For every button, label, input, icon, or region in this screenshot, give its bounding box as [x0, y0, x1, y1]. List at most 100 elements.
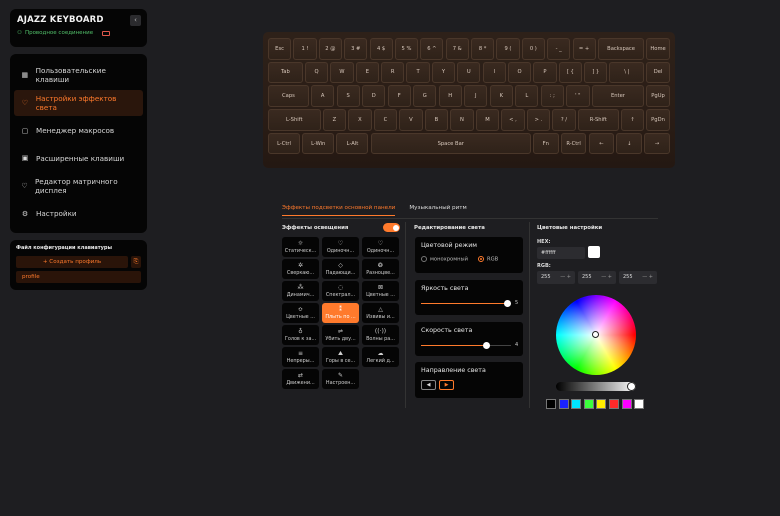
key[interactable]: L-Alt: [336, 132, 369, 155]
key[interactable]: 3 #: [344, 38, 368, 60]
create-profile-button[interactable]: + Создать профиль: [16, 256, 128, 268]
key[interactable]: ↑: [620, 109, 645, 131]
effect-item[interactable]: ✎ Настроен...: [322, 369, 359, 389]
effect-item[interactable]: ✲ Сверкаю...: [282, 259, 319, 279]
key[interactable]: 1 !: [293, 38, 317, 60]
stepper-icon[interactable]: — +: [560, 271, 571, 284]
key[interactable]: T: [406, 61, 430, 84]
key[interactable]: L: [515, 85, 539, 107]
key[interactable]: K: [489, 85, 513, 107]
key[interactable]: L-Ctrl: [268, 132, 301, 155]
key[interactable]: = +: [572, 38, 596, 60]
key[interactable]: M: [475, 109, 500, 131]
key[interactable]: ↓: [616, 132, 643, 155]
key[interactable]: ' ": [566, 85, 590, 107]
slider-thumb[interactable]: [503, 299, 511, 307]
key[interactable]: R-Shift: [577, 109, 619, 131]
key[interactable]: : ;: [540, 85, 564, 107]
profile-item[interactable]: profile: [16, 271, 141, 283]
key[interactable]: ? /: [552, 109, 576, 131]
key[interactable]: Z: [322, 109, 347, 131]
color-wheel-cursor[interactable]: [592, 331, 599, 338]
hex-input[interactable]: #ffffff: [537, 247, 585, 259]
key[interactable]: W: [330, 61, 354, 84]
speed-slider[interactable]: 4: [421, 341, 518, 349]
key[interactable]: PgDn: [646, 109, 670, 131]
key[interactable]: \ |: [609, 61, 645, 84]
key[interactable]: P: [533, 61, 557, 84]
key[interactable]: < ,: [501, 109, 525, 131]
slider-thumb[interactable]: [483, 341, 491, 349]
key[interactable]: 8 *: [471, 38, 495, 60]
effect-item[interactable]: △ Извивы и...: [362, 303, 399, 323]
key[interactable]: I: [482, 61, 506, 84]
effect-item[interactable]: ☼ Статическ...: [282, 237, 319, 257]
key[interactable]: Home: [646, 38, 670, 60]
key[interactable]: O: [507, 61, 532, 84]
key[interactable]: H: [438, 85, 462, 107]
effects-toggle[interactable]: [383, 223, 400, 232]
stepper-icon[interactable]: — +: [601, 271, 612, 284]
key[interactable]: D: [362, 85, 386, 107]
key[interactable]: ←: [588, 132, 615, 155]
effect-item[interactable]: ♡ Одиночн...: [322, 237, 359, 257]
key[interactable]: - _: [547, 38, 571, 60]
effect-item[interactable]: ☁ Легкий д...: [362, 347, 399, 367]
key[interactable]: L-Win: [302, 132, 335, 155]
key[interactable]: →: [644, 132, 670, 155]
key[interactable]: 5 %: [394, 38, 419, 60]
key[interactable]: L-Shift: [268, 109, 321, 131]
effect-item[interactable]: ⇌ Убить дву...: [322, 325, 359, 345]
color-preset[interactable]: [571, 399, 582, 409]
key[interactable]: B: [424, 109, 449, 131]
effect-item[interactable]: ◌ Спектрал...: [322, 281, 359, 301]
key[interactable]: 0 ): [521, 38, 545, 60]
key[interactable]: Fn: [533, 132, 559, 155]
key[interactable]: F: [387, 85, 411, 107]
key[interactable]: Tab: [268, 61, 303, 84]
direction-right-button[interactable]: ▶: [439, 380, 454, 390]
brightness-slider[interactable]: 5: [421, 299, 518, 307]
key[interactable]: Y: [431, 61, 456, 84]
key[interactable]: Backspace: [597, 38, 645, 60]
sidebar-item-macros[interactable]: ▢ Менеджер макросов: [14, 118, 143, 144]
import-profile-icon[interactable]: ⎘: [131, 256, 141, 268]
sidebar-item-light-effects[interactable]: ♡ Настройки эффектов света: [14, 89, 143, 116]
key[interactable]: X: [348, 109, 372, 131]
key[interactable]: ] }: [584, 61, 608, 84]
color-preset[interactable]: [558, 399, 569, 409]
key[interactable]: V: [399, 109, 423, 131]
collapse-sidebar-button[interactable]: ‹: [130, 15, 141, 26]
effect-item[interactable]: ⛰ Горы в се...: [322, 347, 359, 367]
rgb-g-input[interactable]: 255 — +: [578, 271, 616, 284]
effect-item[interactable]: ◇ Падающи...: [322, 259, 359, 279]
key[interactable]: U: [457, 61, 481, 84]
key[interactable]: J: [464, 85, 488, 107]
color-preset[interactable]: [634, 399, 645, 409]
key[interactable]: Space Bar: [370, 132, 531, 155]
key[interactable]: Q: [304, 61, 329, 84]
key[interactable]: A: [311, 85, 335, 107]
stepper-icon[interactable]: — +: [642, 271, 653, 284]
color-preset[interactable]: [596, 399, 607, 409]
effect-item[interactable]: ≎ Цветные ...: [282, 303, 319, 323]
sidebar-item-custom-keys[interactable]: ▦ Пользовательские клавиши: [14, 62, 143, 88]
effect-item[interactable]: ⁑ Плыть по ...: [322, 303, 359, 323]
key[interactable]: 7 &: [445, 38, 469, 60]
color-brightness-bar[interactable]: [556, 382, 636, 391]
key[interactable]: PgUp: [646, 85, 670, 107]
key[interactable]: Enter: [591, 85, 645, 107]
key[interactable]: C: [373, 109, 398, 131]
key[interactable]: R: [381, 61, 405, 84]
tab-main-backlight[interactable]: Эффекты подсветки основной панели: [282, 205, 396, 216]
key[interactable]: > .: [526, 109, 551, 131]
key[interactable]: E: [355, 61, 379, 84]
key[interactable]: S: [336, 85, 360, 107]
color-preset[interactable]: [546, 399, 556, 409]
effect-item[interactable]: ❂ Разноцве...: [362, 259, 399, 279]
key[interactable]: 4 $: [369, 38, 393, 60]
radio-rgb[interactable]: RGB: [477, 256, 498, 263]
key[interactable]: N: [450, 109, 474, 131]
effect-item[interactable]: ⁂ Динамич...: [282, 281, 319, 301]
rgb-r-input[interactable]: 255 — +: [537, 271, 575, 284]
